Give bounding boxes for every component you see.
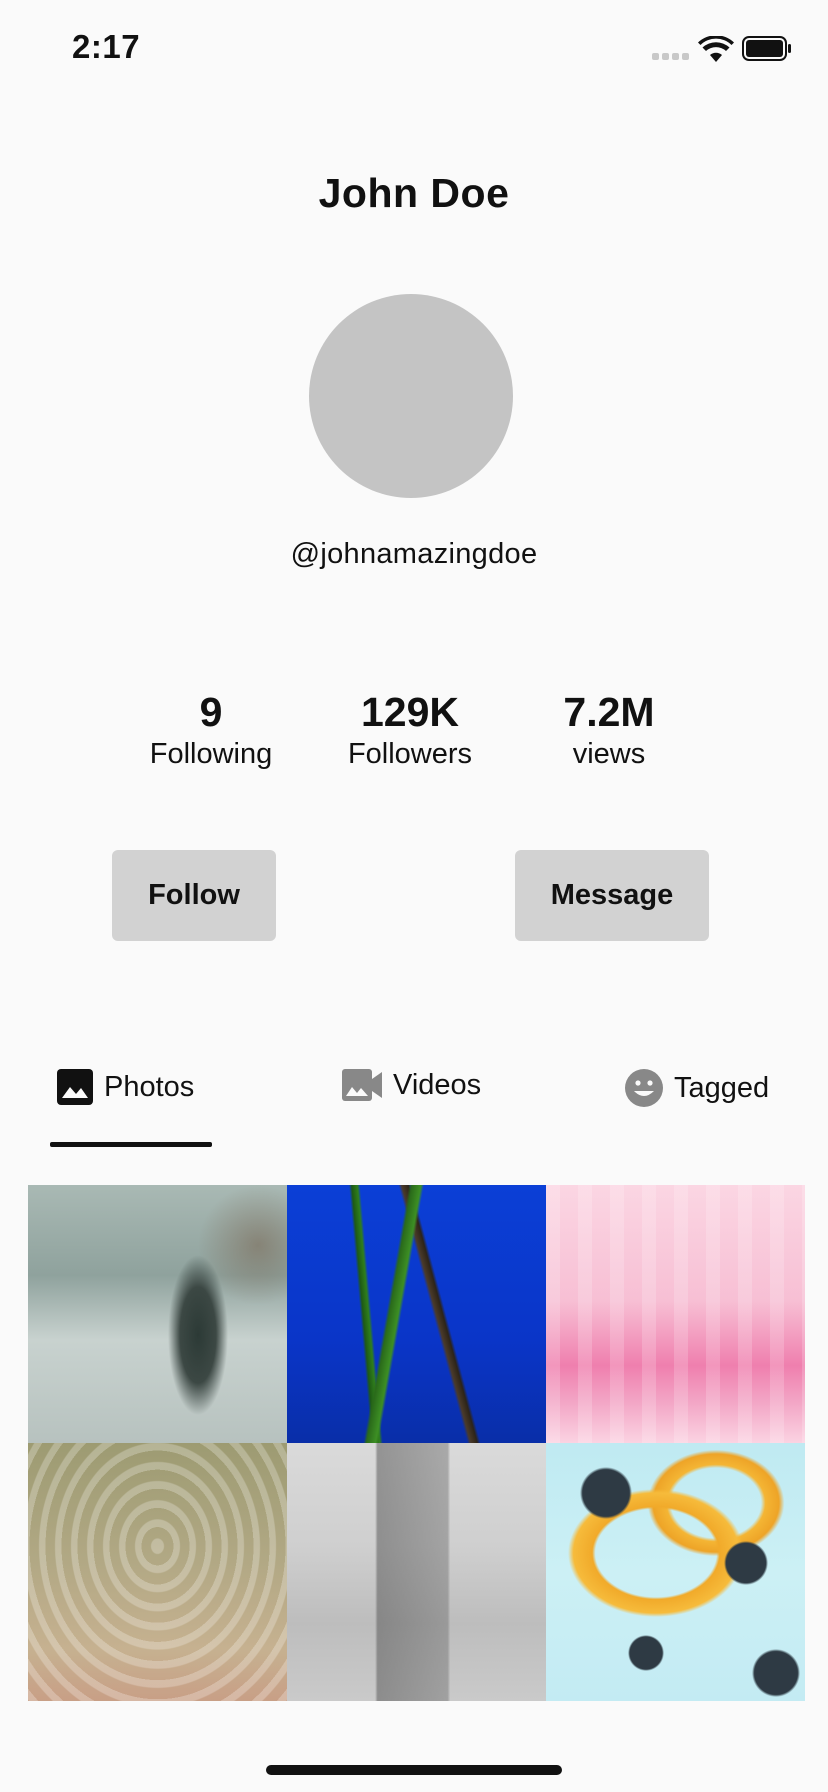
stat-following[interactable]: 9 Following	[111, 688, 311, 772]
video-camera-icon	[342, 1069, 382, 1101]
profile-name: John Doe	[318, 170, 510, 216]
status-time: 2:17	[72, 28, 141, 65]
photo-icon	[57, 1069, 93, 1105]
status-bar: 2:17	[0, 0, 828, 100]
battery-icon	[742, 36, 791, 61]
stat-label: Following	[149, 738, 273, 770]
tab-videos[interactable]: Videos	[341, 1068, 481, 1102]
tab-label: Tagged	[674, 1071, 770, 1104]
selected-tab-indicator	[50, 1142, 212, 1147]
content-tabs: Photos Videos Tagged	[0, 1060, 828, 1150]
tab-tagged[interactable]: Tagged	[624, 1068, 769, 1108]
profile-handle: @johnamazingdoe	[290, 538, 538, 570]
home-indicator[interactable]	[266, 1765, 562, 1775]
photo-thumbnail[interactable]	[287, 1185, 546, 1443]
photo-grid	[28, 1185, 805, 1701]
stat-views: 7.2M views	[509, 688, 709, 772]
smiley-icon	[625, 1069, 663, 1107]
stat-value: 129K	[360, 689, 459, 735]
tab-label: Videos	[393, 1068, 482, 1101]
photo-thumbnail[interactable]	[28, 1185, 287, 1443]
photo-thumbnail[interactable]	[28, 1443, 287, 1701]
stat-followers[interactable]: 129K Followers	[310, 688, 510, 772]
stat-value: 7.2M	[563, 689, 655, 735]
wifi-icon	[698, 36, 734, 62]
photo-thumbnail[interactable]	[546, 1185, 805, 1443]
tab-photos[interactable]: Photos	[56, 1068, 194, 1106]
photo-thumbnail[interactable]	[287, 1443, 546, 1701]
message-button[interactable]: Message	[515, 850, 709, 941]
stat-label: Followers	[347, 738, 473, 770]
photo-thumbnail[interactable]	[546, 1443, 805, 1701]
tab-label: Photos	[104, 1070, 195, 1103]
avatar[interactable]	[309, 294, 513, 498]
cellular-signal-icon	[652, 53, 689, 60]
stat-label: views	[572, 738, 646, 770]
follow-button[interactable]: Follow	[112, 850, 276, 941]
stat-value: 9	[199, 689, 223, 735]
